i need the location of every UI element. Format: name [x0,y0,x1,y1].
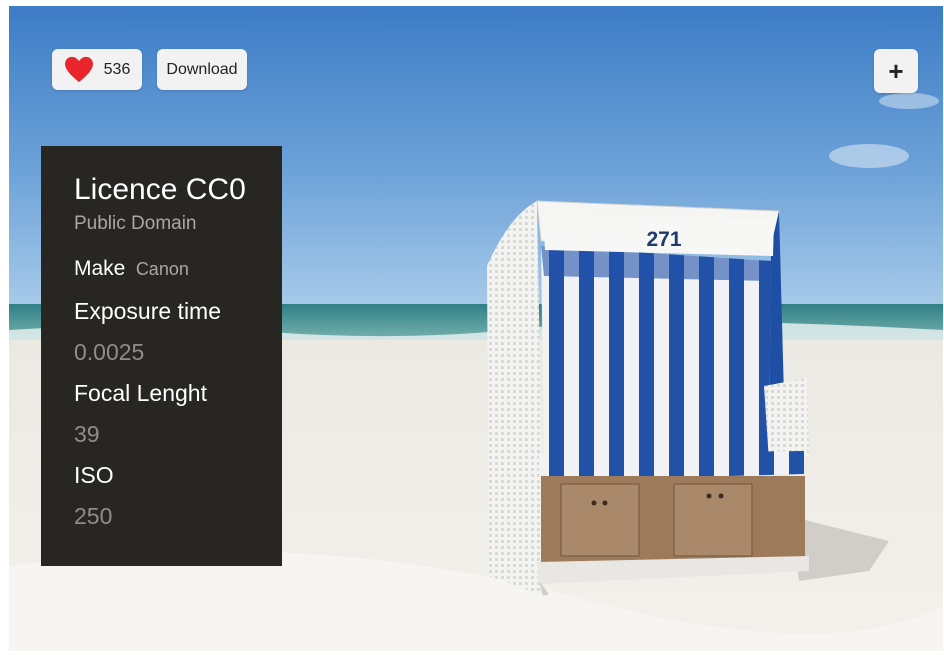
focal-length-label: Focal Lenght [74,380,207,406]
heart-icon [64,56,93,82]
download-button[interactable]: Download [157,49,247,90]
make-label: Make [74,257,126,280]
chair-number: 271 [646,228,682,251]
like-count: 536 [103,60,131,78]
photo-viewer: 536 Download + 271 Licence CC0 Public Do… [9,6,943,651]
info-panel: Licence CC0 Public Domain Make Canon Exp… [41,146,282,566]
iso-value: 250 [74,503,113,529]
like-button[interactable]: 536 [52,49,142,90]
licence-title: Licence CC0 [74,173,246,206]
iso-label: ISO [74,462,114,488]
focal-length-value: 39 [74,421,100,447]
make-row: Make Canon [74,256,282,284]
exposure-value: 0.0025 [74,339,145,365]
make-value: Canon [135,259,189,279]
licence-subtitle: Public Domain [74,213,197,234]
exposure-label: Exposure time [74,298,222,324]
add-button[interactable]: + [874,49,918,93]
